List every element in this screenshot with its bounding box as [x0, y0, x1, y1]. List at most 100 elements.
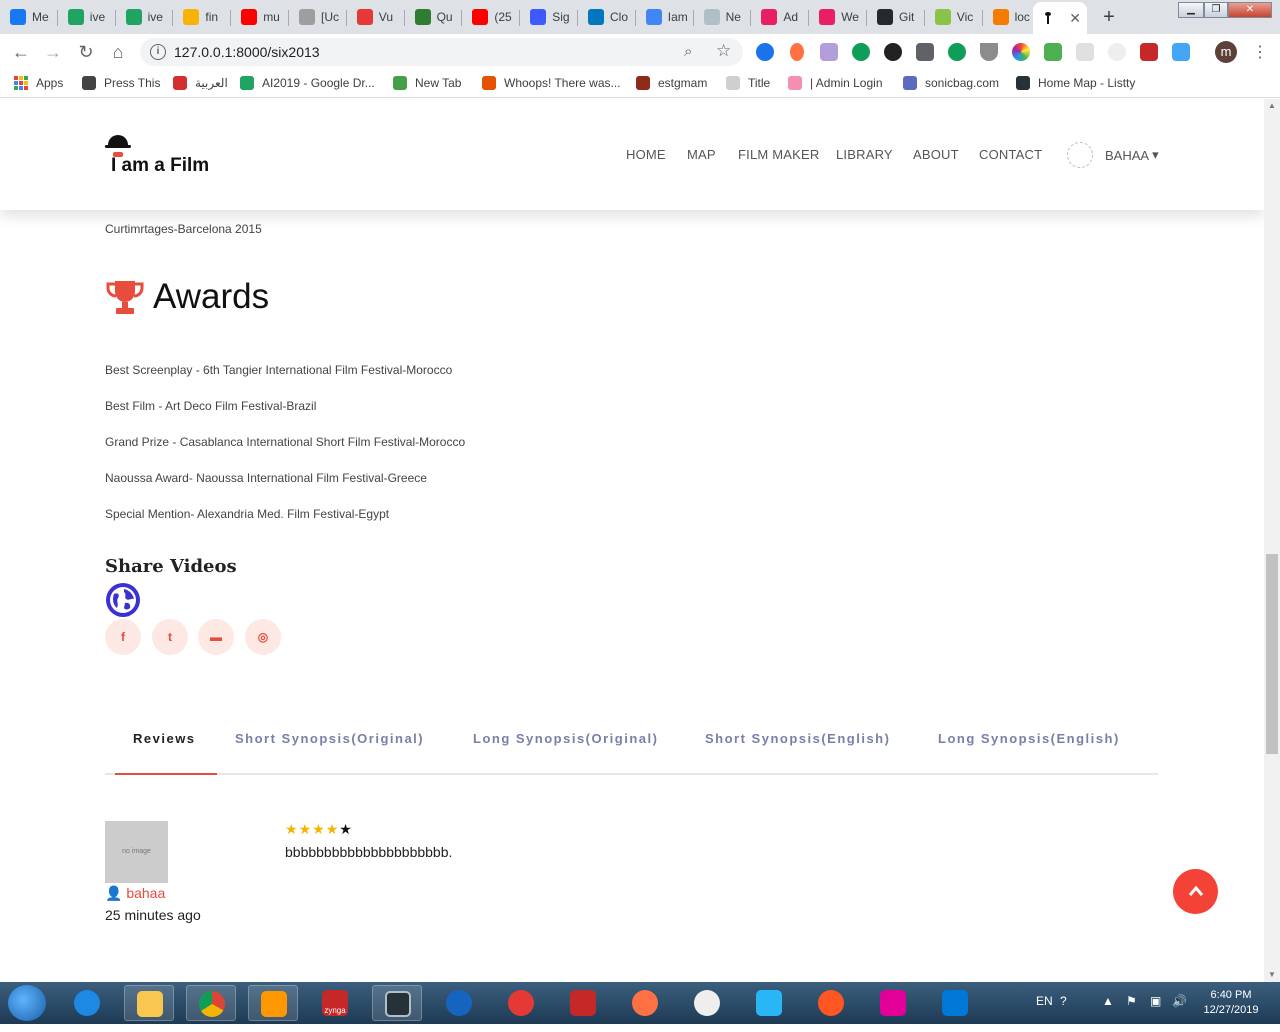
extension-gray-icon[interactable]: [1076, 43, 1094, 61]
extension-red-icon[interactable]: [1140, 43, 1158, 61]
active-browser-tab[interactable]: ✕: [1033, 2, 1087, 34]
site-logo[interactable]: I am a Film: [105, 133, 209, 181]
taskbar-vscode[interactable]: [930, 985, 980, 1021]
extension-eyedropper-icon[interactable]: [1044, 43, 1062, 61]
browser-tab[interactable]: ive: [118, 3, 174, 31]
bookmark-star-icon[interactable]: ☆: [716, 41, 731, 61]
language-indicator[interactable]: EN: [1036, 994, 1053, 1008]
nav-film-maker[interactable]: FILM MAKER: [738, 147, 819, 162]
zoom-icon[interactable]: ⌕: [684, 43, 692, 60]
youtube-share-button[interactable]: ▬: [198, 619, 234, 655]
taskbar-screenshot[interactable]: [744, 985, 794, 1021]
bookmark-item[interactable]: Apps: [14, 76, 63, 90]
browser-tab[interactable]: (25: [464, 3, 521, 31]
new-tab-button[interactable]: +: [1097, 6, 1121, 28]
home-button[interactable]: ⌂: [107, 41, 129, 63]
taskbar-zynga[interactable]: zynga: [310, 985, 360, 1021]
tab-long-synopsis-original[interactable]: Long Synopsis(Original): [473, 731, 658, 746]
site-info-icon[interactable]: i: [150, 44, 166, 60]
nav-contact[interactable]: CONTACT: [979, 147, 1042, 162]
scroll-up-arrow-icon[interactable]: ▲: [1268, 101, 1276, 110]
bookmark-item[interactable]: Press This: [82, 76, 160, 90]
tray-expand-icon[interactable]: ▲: [1102, 994, 1114, 1008]
globe-icon[interactable]: [106, 583, 140, 617]
bookmark-item[interactable]: Title: [726, 76, 770, 90]
scrollbar-thumb[interactable]: [1266, 554, 1278, 754]
bookmark-item[interactable]: Home Map - Listty: [1016, 76, 1135, 90]
action-center-icon[interactable]: ⚑: [1126, 994, 1137, 1008]
browser-tab[interactable]: Iam: [638, 3, 694, 31]
network-icon[interactable]: ▣: [1150, 994, 1161, 1008]
browser-menu-icon[interactable]: ⋮: [1252, 42, 1268, 62]
taskbar-teamviewer[interactable]: [434, 985, 484, 1021]
scroll-to-top-button[interactable]: [1173, 869, 1218, 914]
page-scrollbar[interactable]: ▲ ▼: [1264, 99, 1280, 982]
close-window-button[interactable]: ✕: [1228, 2, 1272, 18]
minimize-window-button[interactable]: ▁: [1178, 2, 1204, 18]
taskbar-terminal[interactable]: [372, 985, 422, 1021]
nav-about[interactable]: ABOUT: [913, 147, 959, 162]
taskbar-explorer[interactable]: [124, 985, 174, 1021]
browser-tab[interactable]: fin: [175, 3, 232, 31]
browser-tab[interactable]: Ad: [753, 3, 810, 31]
bookmark-item[interactable]: العربية: [173, 76, 228, 90]
bookmark-item[interactable]: AI2019 - Google Dr...: [240, 76, 375, 90]
taskbar-sublime[interactable]: [248, 985, 298, 1021]
extension-calendar-icon[interactable]: [820, 43, 838, 61]
tab-short-synopsis-english[interactable]: Short Synopsis(English): [705, 731, 890, 746]
taskbar-filezilla[interactable]: [558, 985, 608, 1021]
volume-icon[interactable]: 🔊: [1172, 994, 1187, 1008]
extension-hangouts-icon[interactable]: [948, 43, 966, 61]
extension-dark-icon[interactable]: [884, 43, 902, 61]
bookmark-item[interactable]: New Tab: [393, 76, 461, 90]
taskbar-chrome[interactable]: [186, 985, 236, 1021]
browser-tab[interactable]: We: [811, 3, 867, 31]
extension-vue-icon[interactable]: [980, 43, 998, 61]
address-url[interactable]: 127.0.0.1:8000/six2013: [174, 44, 320, 60]
bookmark-item[interactable]: estgmam: [636, 76, 707, 90]
instagram-share-button[interactable]: ◎: [245, 619, 281, 655]
taskbar-ie[interactable]: [62, 985, 112, 1021]
browser-tab[interactable]: Me: [2, 3, 58, 31]
browser-tab[interactable]: Vic: [927, 3, 983, 31]
maximize-window-button[interactable]: ❐: [1204, 2, 1228, 18]
nav-home[interactable]: HOME: [626, 147, 666, 162]
forward-button[interactable]: →: [42, 41, 64, 63]
bookmark-item[interactable]: | Admin Login: [788, 76, 883, 90]
taskbar-pen-app[interactable]: [620, 985, 670, 1021]
browser-tab[interactable]: ive: [60, 3, 116, 31]
browser-tab[interactable]: [Uc: [291, 3, 347, 31]
extension-fi-icon[interactable]: [1172, 43, 1190, 61]
taskbar-smiley[interactable]: [682, 985, 732, 1021]
browser-tab[interactable]: Qu: [407, 3, 463, 31]
profile-avatar[interactable]: m: [1215, 41, 1237, 63]
user-menu[interactable]: BAHAA ▾: [1067, 142, 1159, 168]
start-button[interactable]: [8, 985, 46, 1021]
browser-tab[interactable]: Ne: [696, 3, 752, 31]
nav-map[interactable]: MAP: [687, 147, 716, 162]
back-button[interactable]: ←: [10, 41, 32, 63]
help-icon[interactable]: ?: [1060, 994, 1067, 1008]
bookmark-item[interactable]: sonicbag.com: [903, 76, 999, 90]
system-clock[interactable]: 6:40 PM 12/27/2019: [1196, 988, 1266, 1018]
address-bar[interactable]: i 127.0.0.1:8000/six2013 ⌕ ☆: [140, 38, 743, 66]
taskbar-graphql[interactable]: [868, 985, 918, 1021]
browser-tab[interactable]: Git: [869, 3, 925, 31]
twitter-share-button[interactable]: t: [152, 619, 188, 655]
tab-short-synopsis-original[interactable]: Short Synopsis(Original): [235, 731, 424, 746]
taskbar-paw-app[interactable]: [806, 985, 856, 1021]
browser-tab[interactable]: Clo: [580, 3, 636, 31]
tab-long-synopsis-english[interactable]: Long Synopsis(English): [938, 731, 1120, 746]
facebook-share-button[interactable]: f: [105, 619, 141, 655]
extension-green-icon[interactable]: [852, 43, 870, 61]
review-author[interactable]: 👤 bahaa: [105, 885, 165, 902]
nav-library[interactable]: LIBRARY: [836, 147, 893, 162]
extension-shield-icon[interactable]: [916, 43, 934, 61]
bookmark-item[interactable]: Whoops! There was...: [482, 76, 621, 90]
extension-blue-icon[interactable]: [756, 43, 774, 61]
extension-color-wheel-icon[interactable]: [1012, 43, 1030, 61]
browser-tab[interactable]: mu: [233, 3, 289, 31]
close-tab-icon[interactable]: ✕: [1069, 10, 1081, 27]
extension-circle-icon[interactable]: [1108, 43, 1126, 61]
extension-orange-icon[interactable]: [790, 43, 804, 61]
